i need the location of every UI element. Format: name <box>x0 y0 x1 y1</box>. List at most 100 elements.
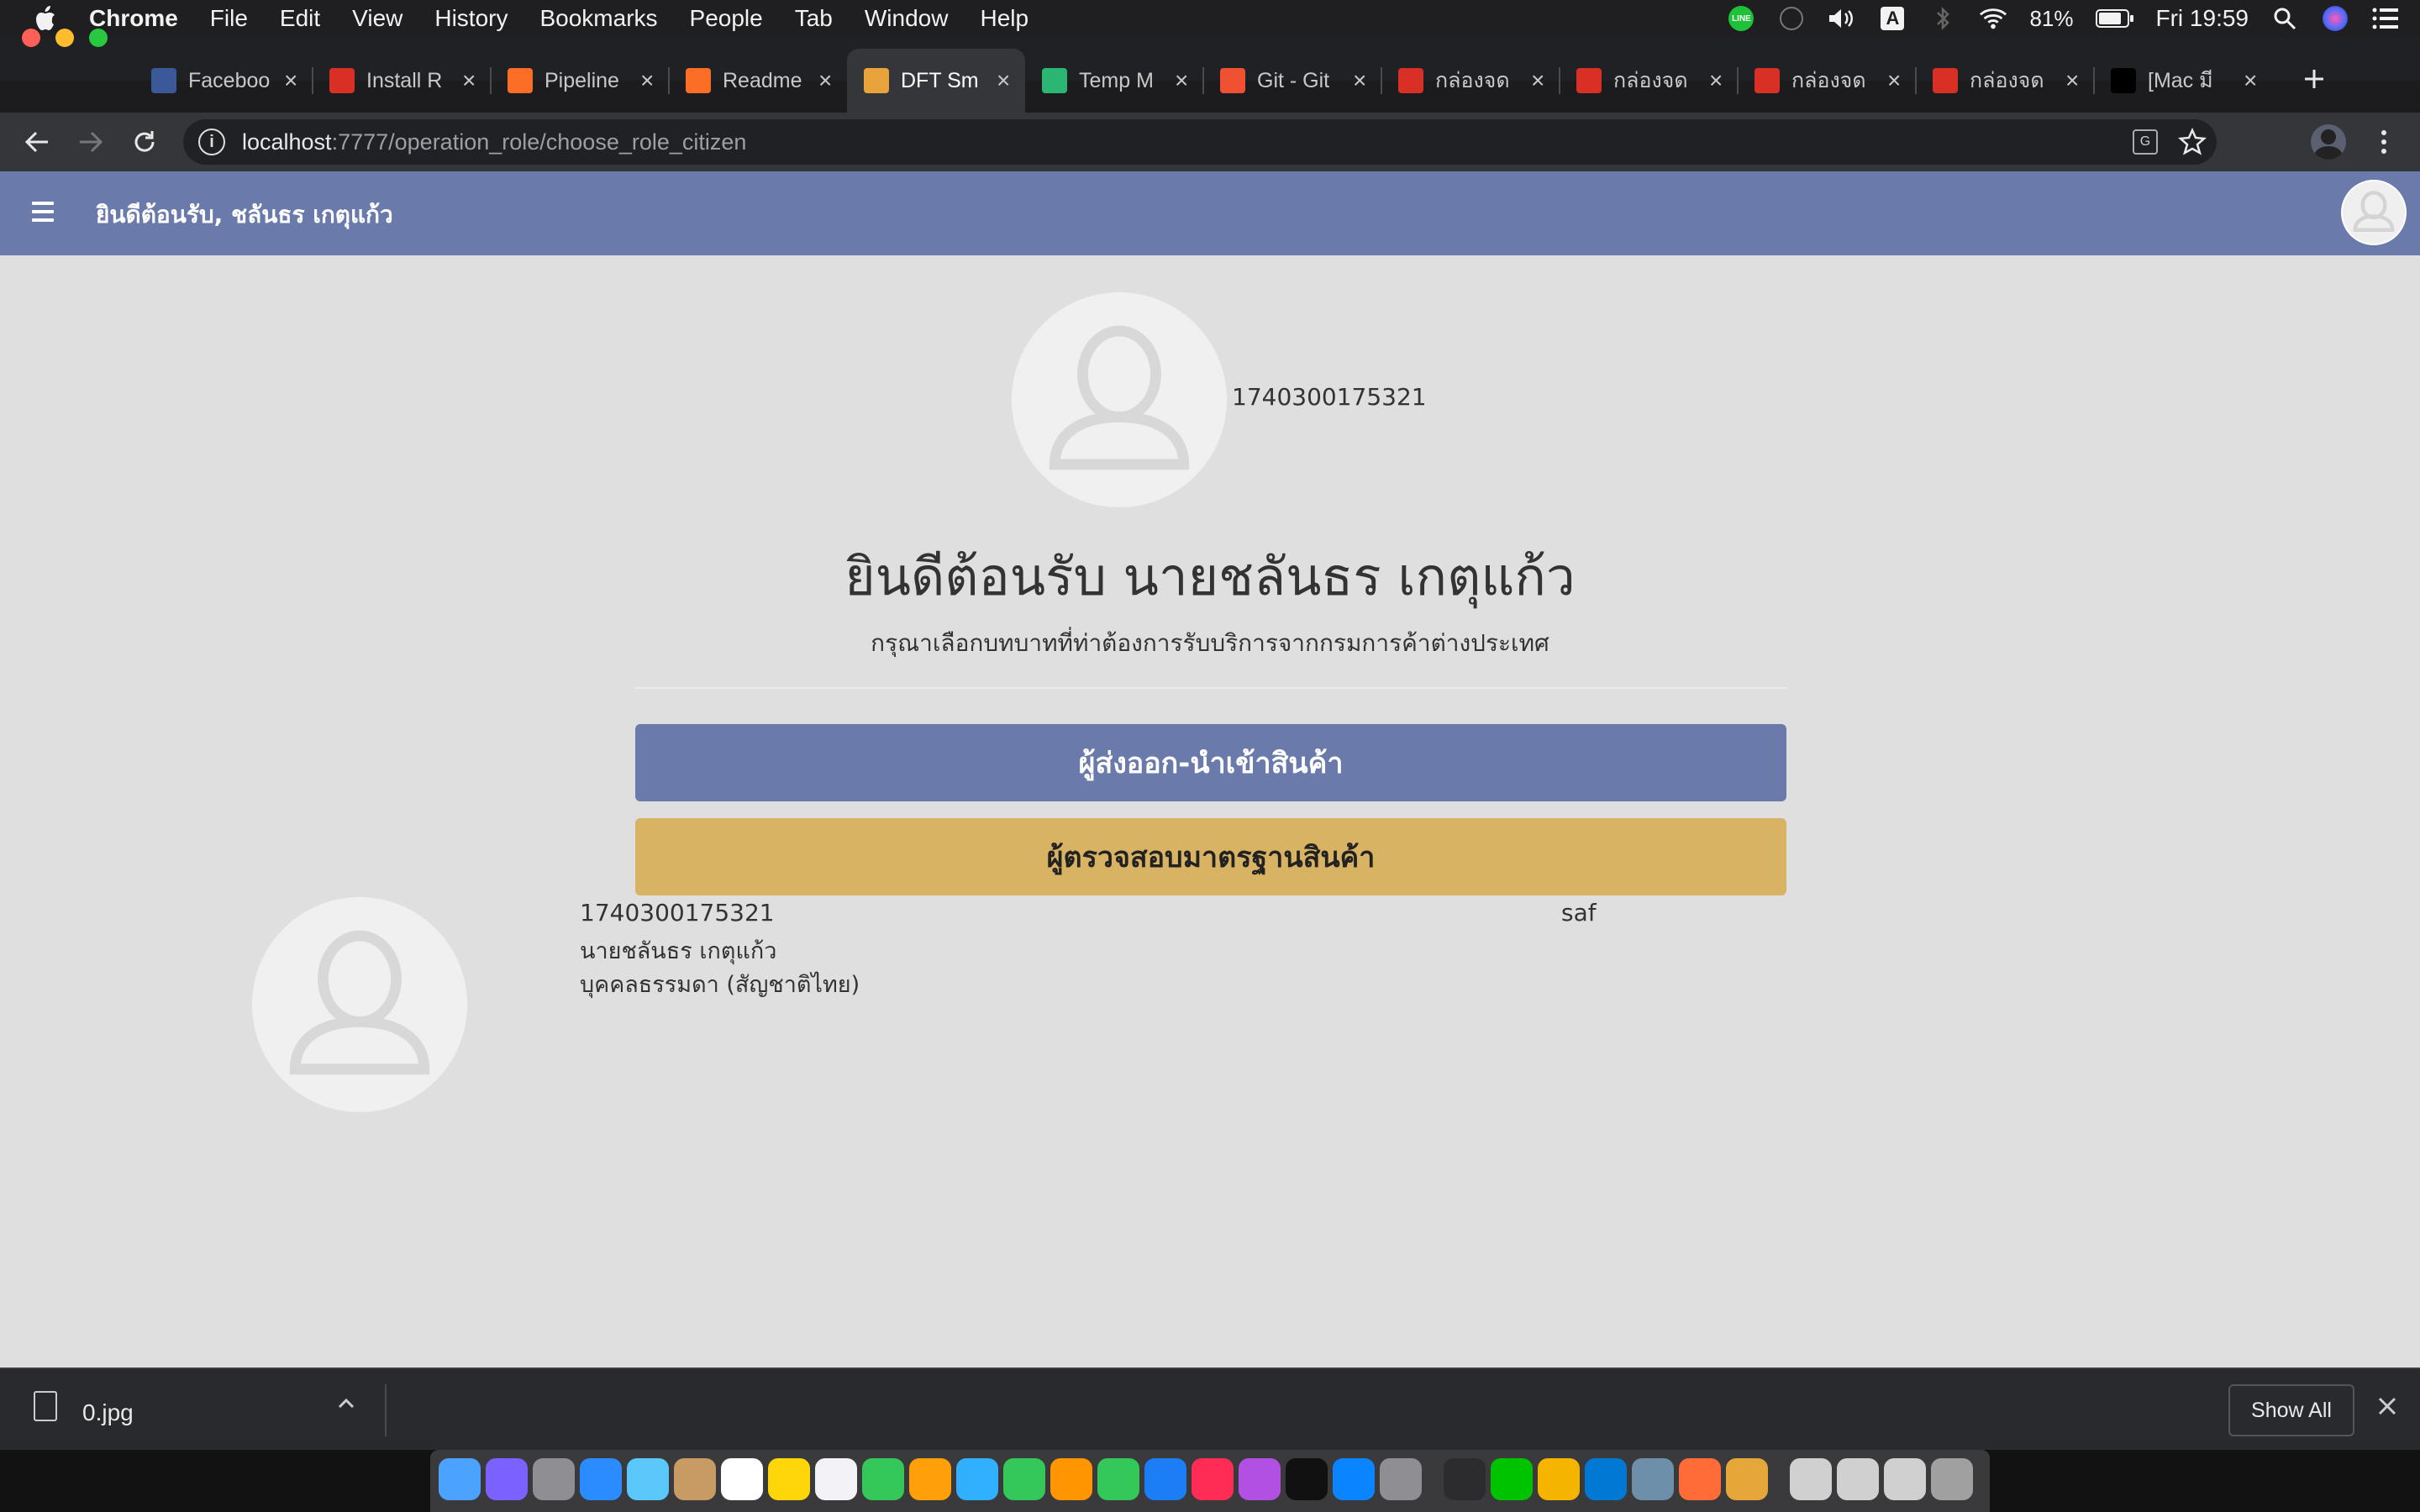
input-source-icon[interactable]: A <box>1878 6 1907 31</box>
chevron-up-icon[interactable] <box>336 1393 356 1420</box>
messages-icon[interactable] <box>956 1458 998 1500</box>
tab-close-icon[interactable]: × <box>997 67 1010 94</box>
hamburger-menu-icon[interactable] <box>32 202 54 223</box>
postman-icon[interactable] <box>1679 1458 1721 1500</box>
menubar-clock[interactable]: Fri 19:59 <box>2156 5 2249 32</box>
menu-people[interactable]: People <box>690 5 763 32</box>
podcasts-icon[interactable] <box>1239 1458 1281 1500</box>
downloads-stack-icon[interactable] <box>1790 1458 1832 1500</box>
window-minimize-button[interactable] <box>55 29 74 47</box>
tab-close-icon[interactable]: × <box>1531 67 1544 94</box>
reload-button[interactable] <box>126 123 163 160</box>
browser-tab[interactable]: DFT Sm × <box>847 49 1025 113</box>
translate-icon[interactable]: G <box>2133 129 2158 155</box>
browser-tab[interactable]: กล่องจด × <box>1916 49 2094 113</box>
site-info-icon[interactable]: i <box>198 129 225 155</box>
forward-button[interactable] <box>72 123 109 160</box>
tab-close-icon[interactable]: × <box>2244 67 2257 94</box>
tab-close-icon[interactable]: × <box>1353 67 1366 94</box>
notes-icon[interactable] <box>768 1458 810 1500</box>
bookmark-star-icon[interactable] <box>2178 127 2207 156</box>
image-capture-icon[interactable] <box>1632 1458 1674 1500</box>
menu-history[interactable]: History <box>434 5 508 32</box>
browser-tab[interactable]: Install R × <box>313 49 491 113</box>
line-status-icon[interactable]: LINE <box>1727 6 1755 31</box>
standards-inspector-role-button[interactable]: ผู้ตรวจสอบมาตรฐานสินค้า <box>635 818 1786 895</box>
address-url[interactable]: localhost:7777/operation_role/choose_rol… <box>242 129 746 155</box>
siri-icon[interactable] <box>486 1458 528 1500</box>
show-all-downloads-button[interactable]: Show All <box>2228 1384 2354 1436</box>
documents-stack-icon[interactable] <box>1837 1458 1879 1500</box>
address-bar[interactable]: i localhost:7777/operation_role/choose_r… <box>183 119 2217 165</box>
menu-app-chrome[interactable]: Chrome <box>89 5 178 32</box>
tab-close-icon[interactable]: × <box>1887 67 1901 94</box>
calendar-icon[interactable] <box>721 1458 763 1500</box>
contacts-icon[interactable] <box>674 1458 716 1500</box>
trash-icon[interactable] <box>1931 1458 1973 1500</box>
tab-close-icon[interactable]: × <box>2065 67 2079 94</box>
bluetooth-icon[interactable] <box>1928 6 1957 31</box>
screenshots-stack-icon[interactable] <box>1884 1458 1926 1500</box>
browser-tab[interactable]: Readme × <box>669 49 847 113</box>
safari-icon[interactable] <box>580 1458 622 1500</box>
menu-tab[interactable]: Tab <box>795 5 833 32</box>
header-avatar[interactable] <box>2341 180 2407 245</box>
chrome-icon[interactable] <box>1538 1458 1580 1500</box>
menu-view[interactable]: View <box>352 5 402 32</box>
maps-icon[interactable] <box>862 1458 904 1500</box>
facetime-icon[interactable] <box>1003 1458 1045 1500</box>
window-close-button[interactable] <box>22 29 40 47</box>
pages-icon[interactable] <box>1050 1458 1092 1500</box>
finder-icon[interactable] <box>439 1458 481 1500</box>
close-download-shelf-icon[interactable] <box>2376 1393 2398 1424</box>
menu-edit[interactable]: Edit <box>280 5 320 32</box>
tab-close-icon[interactable]: × <box>1709 67 1723 94</box>
menu-window[interactable]: Window <box>865 5 949 32</box>
browser-tab[interactable]: กล่องจด × <box>1381 49 1560 113</box>
chrome-menu-icon[interactable] <box>2370 128 2398 156</box>
system-preferences-icon[interactable] <box>1380 1458 1422 1500</box>
browser-tab[interactable]: Git - Git × <box>1203 49 1381 113</box>
reminders-icon[interactable] <box>815 1458 857 1500</box>
numbers-icon[interactable] <box>1097 1458 1139 1500</box>
vpn-status-icon[interactable] <box>1777 6 1806 31</box>
music-icon[interactable] <box>1192 1458 1234 1500</box>
menu-help[interactable]: Help <box>980 5 1028 32</box>
tab-close-icon[interactable]: × <box>818 67 832 94</box>
launchpad-icon[interactable] <box>533 1458 575 1500</box>
tv-icon[interactable] <box>1286 1458 1328 1500</box>
browser-tab[interactable]: [Mac มี × <box>2094 49 2272 113</box>
tab-close-icon[interactable]: × <box>1175 67 1188 94</box>
browser-tab[interactable]: กล่องจด × <box>1738 49 1916 113</box>
terminal-icon[interactable] <box>1444 1458 1486 1500</box>
volume-icon[interactable] <box>1828 6 1856 31</box>
download-filename[interactable]: 0.jpg <box>82 1399 134 1426</box>
menu-bookmarks[interactable]: Bookmarks <box>539 5 657 32</box>
window-zoom-button[interactable] <box>89 29 108 47</box>
browser-tab[interactable]: Faceboo × <box>134 49 313 113</box>
sequel-icon[interactable] <box>1726 1458 1768 1500</box>
line-icon[interactable] <box>1491 1458 1533 1500</box>
keynote-icon[interactable] <box>1144 1458 1186 1500</box>
tab-close-icon[interactable]: × <box>640 67 654 94</box>
new-tab-button[interactable] <box>2297 62 2331 96</box>
browser-tab[interactable]: Pipeline × <box>491 49 669 113</box>
siri-menubar-icon[interactable] <box>2321 6 2349 31</box>
notification-center-icon[interactable] <box>2371 6 2400 31</box>
profile-avatar-button[interactable] <box>2311 124 2346 160</box>
app-store-icon[interactable] <box>1333 1458 1375 1500</box>
vscode-icon[interactable] <box>1585 1458 1627 1500</box>
photos-icon[interactable] <box>909 1458 951 1500</box>
exporter-importer-role-button[interactable]: ผู้ส่งออก-นำเข้าสินค้า <box>635 724 1786 801</box>
preview-icon[interactable] <box>627 1458 669 1500</box>
tab-close-icon[interactable]: × <box>462 67 476 94</box>
browser-tab[interactable]: Temp M × <box>1025 49 1203 113</box>
spotlight-search-icon[interactable] <box>2270 6 2299 31</box>
battery-icon[interactable] <box>2095 6 2134 31</box>
tab-title: กล่องจด <box>1435 69 1510 92</box>
browser-tab[interactable]: กล่องจด × <box>1560 49 1738 113</box>
wifi-icon[interactable] <box>1979 6 2007 31</box>
back-button[interactable] <box>18 123 55 160</box>
menu-file[interactable]: File <box>210 5 248 32</box>
tab-close-icon[interactable]: × <box>284 67 297 94</box>
